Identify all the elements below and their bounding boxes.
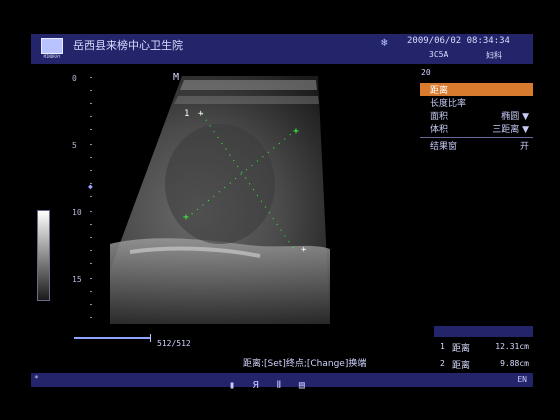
- measure-start-marker[interactable]: +: [198, 109, 204, 119]
- depth-tick: [90, 196, 92, 197]
- menu-item-distance[interactable]: 距离: [420, 83, 533, 96]
- depth-tick: [90, 237, 92, 238]
- menu-item-label: 面积: [430, 112, 449, 122]
- bottom-bar: * ▮ Я Ⅱ ▤ EN: [31, 373, 533, 391]
- results-window: 1 距离 12.31cm 2 距离 9.88cm: [434, 326, 533, 372]
- ultrasound-image[interactable]: 1 + + + +: [110, 74, 330, 336]
- bottom-icons: ▮ Я Ⅱ ▤: [229, 373, 313, 392]
- result-row: 2 距离 9.88cm: [434, 356, 533, 371]
- snowflake-icon: ❄: [381, 36, 388, 49]
- depth-tick: [90, 77, 92, 78]
- menu-item-length-ratio[interactable]: 长度比率: [420, 96, 533, 109]
- menu-item-value: 开: [519, 142, 529, 152]
- depth-tick: [90, 250, 92, 251]
- menu-divider: [420, 137, 533, 138]
- cine-progress-track: [74, 337, 150, 339]
- depth-tick: [90, 278, 92, 279]
- depth-tick: [90, 103, 92, 104]
- cursor-icon: *: [34, 374, 39, 383]
- print-icon[interactable]: ▤: [299, 380, 305, 391]
- depth-label-10: 10: [72, 208, 82, 217]
- focus-marker-icon[interactable]: ◆: [88, 182, 93, 191]
- menu-item-label: 距离: [430, 86, 449, 96]
- depth-tick: [90, 157, 92, 158]
- depth-tick: [90, 304, 92, 305]
- menu-item-label: 长度比率: [430, 99, 467, 109]
- menu-number: 20: [421, 68, 431, 77]
- cine-progress-end: [150, 334, 151, 342]
- hospital-name: 岳西县来榜中心卫生院: [73, 39, 183, 52]
- near-field-band: [180, 80, 317, 90]
- menu-item-result-window[interactable]: 结果窗 开: [420, 139, 533, 152]
- menu-item-value: 椭圆 ▼: [501, 112, 529, 122]
- organ-region: [165, 124, 275, 244]
- depth-tick: [90, 224, 92, 225]
- result-row: 1 距离 12.31cm: [434, 339, 533, 354]
- operation-hint: 距离:[Set]终点;[Change]换端: [243, 359, 367, 369]
- zoom-icon[interactable]: Ⅱ: [276, 380, 281, 391]
- result-label: 距离: [452, 361, 471, 371]
- depth-label-0: 0: [72, 74, 77, 83]
- depth-tick: [90, 211, 92, 212]
- menu-item-value: 三距离 ▼: [492, 125, 529, 135]
- depth-scale: 0 5 10 15 ◆: [66, 74, 106, 334]
- menu-item-label: 体积: [430, 125, 449, 135]
- depth-tick: [90, 90, 92, 91]
- near-field-band: [174, 96, 319, 104]
- menu-item-area[interactable]: 面积 椭圆 ▼: [420, 109, 533, 122]
- menu-item-label: 结果窗: [430, 142, 458, 152]
- caliper-end-marker[interactable]: +: [301, 245, 307, 255]
- depth-tick: [90, 116, 92, 117]
- datetime: 2009/06/02 08:34:34: [407, 36, 510, 46]
- depth-tick: [90, 317, 92, 318]
- exam-mode: 妇科: [486, 51, 502, 60]
- depth-tick: [90, 129, 92, 130]
- result-number: 2: [440, 359, 445, 368]
- depth-tick: [90, 291, 92, 292]
- caliper-marker[interactable]: +: [183, 212, 189, 223]
- depth-tick: [90, 263, 92, 264]
- result-label: 距离: [452, 344, 471, 354]
- depth-label-5: 5: [72, 141, 77, 150]
- measure-start-label: 1: [184, 109, 189, 119]
- depth-label-15: 15: [72, 275, 82, 284]
- cine-progress[interactable]: [72, 333, 156, 343]
- result-value: 9.88cm: [500, 359, 529, 368]
- header-bar: MINDRAY 岳西县来榜中心卫生院 ❄ 2009/06/02 08:34:34…: [31, 34, 533, 64]
- grayscale-bar: [37, 210, 50, 301]
- logo-icon: [41, 38, 63, 54]
- mindray-logo: MINDRAY: [39, 38, 65, 60]
- depth-tick: [90, 170, 92, 171]
- probe-model: 3C5A: [429, 50, 449, 59]
- frame-counter: 512/512: [157, 339, 191, 348]
- results-header: [434, 326, 533, 337]
- depth-tick: [90, 144, 92, 145]
- result-number: 1: [440, 342, 445, 351]
- gain-icon[interactable]: Я: [253, 380, 259, 391]
- language-indicator: EN: [517, 375, 527, 384]
- caliper-marker[interactable]: +: [293, 126, 299, 137]
- menu-item-volume[interactable]: 体积 三距离 ▼: [420, 122, 533, 135]
- result-value: 12.31cm: [495, 342, 529, 351]
- cursor-icon[interactable]: ▮: [229, 380, 235, 391]
- logo-text: MINDRAY: [43, 54, 61, 59]
